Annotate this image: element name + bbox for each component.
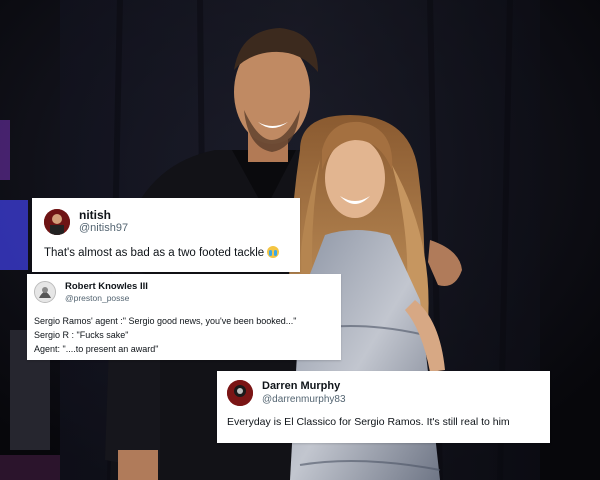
avatar[interactable] [34, 281, 56, 303]
avatar-image [44, 208, 70, 235]
display-name[interactable]: nitish [79, 208, 128, 222]
tweet-header: Robert Knowles III @preston_posse [34, 281, 333, 303]
tweet-card[interactable]: Darren Murphy @darrenmurphy83 Everyday i… [217, 371, 550, 443]
crying-face-icon [267, 245, 280, 258]
tweet-line: Agent: "....to present an award" [34, 344, 159, 354]
tweet-line: That's almost as bad as a two footed tac… [44, 246, 265, 259]
tweet-card[interactable]: Robert Knowles III @preston_posse Sergio… [27, 274, 341, 360]
tweet-card[interactable]: nitish @nitish97 That's almost as bad as… [32, 198, 300, 272]
tweet-line: Sergio R : "Fucks sake" [34, 330, 129, 340]
tweet-line: Everyday is El Classico for Sergio Ramos… [227, 416, 510, 428]
tweet-text: Sergio Ramos' agent :" Sergio good news,… [34, 314, 333, 356]
avatar-image [35, 282, 55, 302]
display-name[interactable]: Darren Murphy [262, 380, 346, 393]
avatar-image [227, 380, 253, 406]
avatar[interactable] [44, 208, 70, 235]
tweet-text: That's almost as bad as a two footed tac… [44, 245, 288, 259]
display-name[interactable]: Robert Knowles III [65, 281, 148, 292]
tweet-text: Everyday is El Classico for Sergio Ramos… [227, 416, 540, 428]
user-handle[interactable]: @nitish97 [79, 222, 128, 235]
avatar[interactable] [227, 380, 253, 406]
tweet-line: Sergio Ramos' agent :" Sergio good news,… [34, 316, 297, 326]
user-handle[interactable]: @preston_posse [65, 293, 148, 303]
tweet-header: Darren Murphy @darrenmurphy83 [227, 380, 540, 406]
tweet-header: nitish @nitish97 [44, 208, 288, 236]
user-handle[interactable]: @darrenmurphy83 [262, 394, 346, 406]
